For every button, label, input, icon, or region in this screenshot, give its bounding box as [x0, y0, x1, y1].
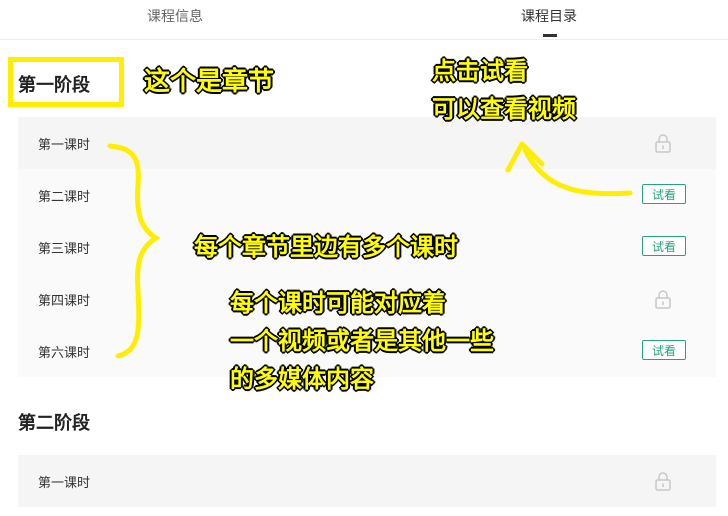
annotation-trial-line2: 可以查看视频	[432, 95, 576, 123]
lesson-title: 第二课时	[38, 189, 91, 205]
lock-icon	[655, 290, 671, 309]
lock-icon	[655, 472, 671, 491]
lesson-list-stage-2: 第一课时	[18, 455, 716, 507]
lock-icon	[655, 134, 671, 153]
trial-button[interactable]: 试看	[642, 236, 686, 256]
lesson-title: 第三课时	[38, 241, 91, 257]
annotation-chapter: 这个是章节	[144, 67, 275, 97]
annotation-lessons: 每个章节里边有多个课时	[194, 233, 458, 261]
lesson-title: 第一课时	[38, 475, 91, 491]
trial-button[interactable]: 试看	[642, 340, 686, 360]
chapter-highlight-box	[8, 57, 124, 107]
lesson-row[interactable]: 第二课时 试看	[18, 169, 716, 221]
annotation-media-line2: 一个视频或者是其他一些	[230, 327, 494, 355]
tab-course-info[interactable]: 课程信息	[147, 6, 203, 26]
tab-course-catalog[interactable]: 课程目录	[521, 6, 577, 26]
active-tab-indicator	[543, 34, 557, 37]
section-title-stage-2: 第二阶段	[18, 413, 90, 434]
lesson-title: 第一课时	[38, 137, 91, 153]
lesson-title: 第四课时	[38, 293, 91, 309]
annotation-trial-line1: 点击试看	[432, 57, 528, 85]
trial-button[interactable]: 试看	[642, 184, 686, 204]
lesson-title: 第六课时	[38, 345, 91, 361]
lesson-row[interactable]: 第一课时	[18, 117, 716, 169]
annotation-media-line1: 每个课时可能对应着	[230, 289, 446, 317]
annotation-media-line3: 的多媒体内容	[230, 365, 374, 393]
tab-bar: 课程信息 课程目录	[0, 0, 728, 40]
lesson-row[interactable]: 第一课时	[18, 455, 716, 507]
